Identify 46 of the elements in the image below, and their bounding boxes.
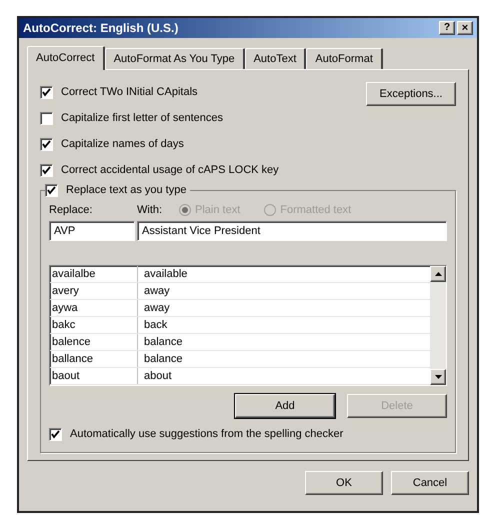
exceptions-button[interactable]: Exceptions... [366, 82, 456, 106]
dialog-button[interactable]: Cancel [391, 471, 469, 495]
checkbox[interactable] [40, 164, 53, 176]
radio-label: Plain text [195, 202, 240, 218]
table-cell[interactable]: balance [138, 351, 430, 367]
table-cell[interactable]: avery [50, 283, 138, 299]
table-cell[interactable]: away [138, 283, 430, 299]
tab[interactable]: AutoCorrect [27, 46, 105, 70]
replace-label: Replace: [49, 202, 94, 218]
table-cell[interactable]: aywa [50, 300, 138, 316]
help-button[interactable]: ? [439, 21, 455, 35]
table-cell[interactable]: bakc [50, 317, 138, 333]
table-cell[interactable]: back [138, 317, 430, 333]
table-cell[interactable]: baout [50, 368, 138, 384]
table-cell[interactable]: away [138, 300, 430, 316]
with-field[interactable]: Assistant Vice President [137, 221, 447, 241]
close-button[interactable]: × [457, 21, 473, 35]
checkbox-label: Capitalize names of days [61, 136, 184, 152]
replace-field[interactable]: AVP [49, 221, 135, 241]
radio-label: Formatted text [280, 202, 352, 218]
checkbox[interactable] [49, 428, 62, 440]
scroll-down-icon[interactable] [430, 369, 446, 385]
scroll-up-icon[interactable] [430, 266, 446, 282]
checkbox-label: Capitalize first letter of sentences [61, 110, 224, 126]
checkbox-label: Automatically use suggestions from the spelling checker [70, 426, 344, 442]
checkbox[interactable] [45, 184, 58, 196]
checkbox-label: Correct accidental usage of cAPS LOCK key [61, 162, 279, 178]
table-cell[interactable]: balance [138, 334, 430, 350]
window-title: AutoCorrect: English (U.S.) [23, 20, 178, 37]
table-cell[interactable]: availalbe [50, 266, 138, 282]
list-button[interactable]: Add [235, 394, 335, 418]
table-cell[interactable]: about [138, 368, 430, 384]
table-cell[interactable]: available [138, 266, 430, 282]
checkbox-label: Correct TWo INitial CApitals [61, 84, 198, 100]
tab[interactable]: AutoFormat As You Type [104, 48, 245, 69]
dialog-button[interactable]: OK [305, 471, 383, 495]
table-cell[interactable]: balence [50, 334, 138, 350]
tab[interactable]: AutoFormat [306, 48, 383, 69]
checkbox[interactable] [40, 138, 53, 150]
checkbox-label: Replace text as you type [66, 182, 186, 198]
checkbox[interactable] [40, 86, 53, 98]
scrollbar[interactable] [430, 266, 446, 385]
checkbox[interactable] [40, 112, 53, 124]
tab[interactable]: AutoText [244, 48, 306, 69]
with-label: With: [137, 202, 164, 218]
table-cell[interactable]: ballance [50, 351, 138, 367]
